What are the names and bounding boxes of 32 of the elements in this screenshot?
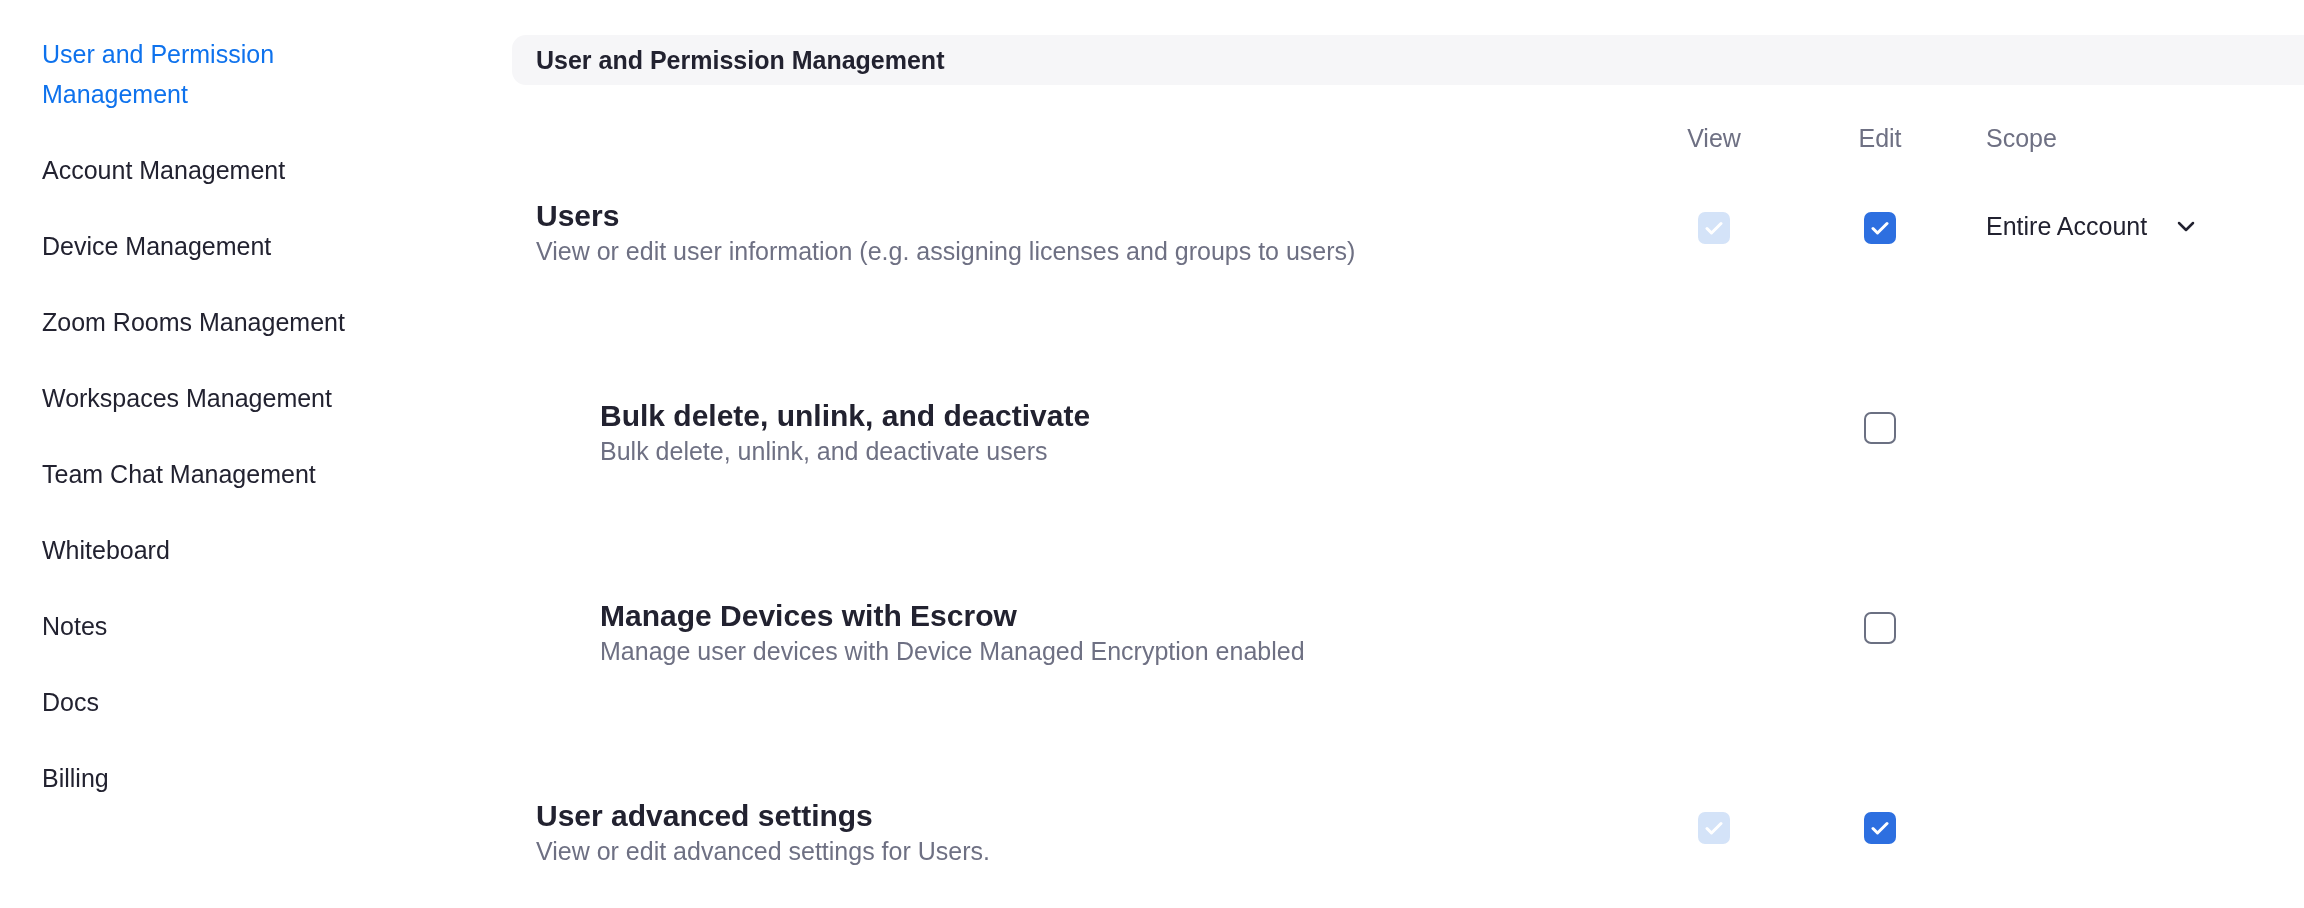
check-icon bbox=[1871, 821, 1889, 835]
sidebar-item[interactable]: Whiteboard bbox=[42, 530, 362, 570]
permission-title: Users bbox=[536, 198, 621, 234]
chevron-down-icon bbox=[2177, 220, 2196, 232]
permission-description: View or edit user information (e.g. assigning licenses and groups to users) bbox=[536, 236, 1357, 267]
permission-title: User advanced settings bbox=[536, 798, 874, 834]
sidebar-item[interactable]: Team Chat Management bbox=[42, 454, 362, 494]
sidebar-item[interactable]: Workspaces Management bbox=[42, 378, 362, 418]
sidebar-item[interactable]: Notes bbox=[42, 606, 362, 646]
column-header: View bbox=[1687, 123, 1741, 154]
sidebar-item[interactable]: Account Management bbox=[42, 150, 362, 190]
checkbox[interactable] bbox=[1864, 612, 1896, 644]
column-header: Scope bbox=[1986, 123, 2058, 154]
sidebar-item[interactable]: Zoom Rooms Management bbox=[42, 302, 362, 342]
sidebar-item[interactable]: User and Permission Management bbox=[42, 34, 362, 114]
permission-title: Manage Devices with Escrow bbox=[600, 598, 1018, 634]
check-icon bbox=[1705, 221, 1723, 235]
permission-description: Bulk delete, unlink, and deactivate users bbox=[600, 436, 1049, 467]
check-icon bbox=[1871, 221, 1889, 235]
sidebar-item[interactable]: Billing bbox=[42, 758, 362, 798]
checkbox[interactable] bbox=[1864, 412, 1896, 444]
permission-description: View or edit advanced settings for Users. bbox=[536, 836, 991, 867]
check-icon bbox=[1705, 821, 1723, 835]
permission-description: Manage user devices with Device Managed Encryption enabled bbox=[600, 636, 1306, 667]
section-title: User and Permission Management bbox=[536, 45, 945, 75]
scope-dropdown[interactable]: Entire Account bbox=[1986, 198, 2196, 244]
sidebar-item[interactable]: Device Management bbox=[42, 226, 362, 266]
checkbox[interactable] bbox=[1864, 812, 1896, 844]
checkbox[interactable] bbox=[1864, 212, 1896, 244]
column-header: Edit bbox=[1858, 123, 1902, 154]
permission-title: Bulk delete, unlink, and deactivate bbox=[600, 398, 1092, 434]
sidebar-item[interactable]: Docs bbox=[42, 682, 362, 722]
